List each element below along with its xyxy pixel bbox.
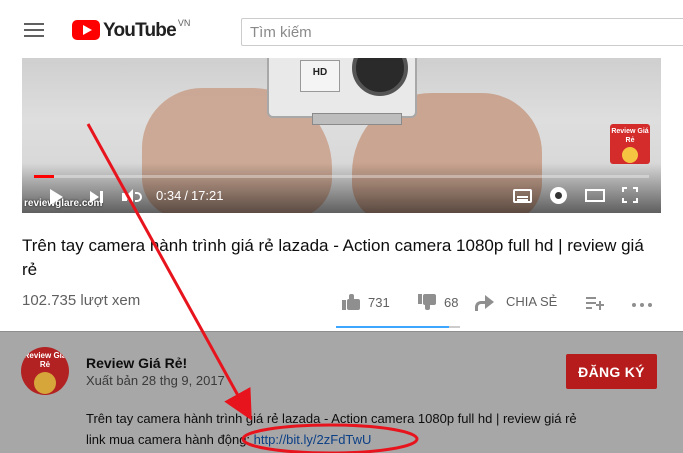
sentiment-bar-fill — [336, 326, 450, 328]
theater-mode-icon[interactable] — [585, 189, 605, 202]
overlay-badge-text: Review Giá Rẻ — [611, 128, 649, 144]
progress-bar[interactable] — [34, 175, 649, 178]
smiley-face-icon — [622, 147, 638, 163]
thumbs-down-icon — [418, 294, 436, 310]
top-bar: YouTube VN — [0, 0, 683, 58]
video-player[interactable]: HD Review Giá Rẻ reviewglare.com 0:34/17… — [22, 58, 661, 213]
share-arrow-icon — [475, 294, 494, 311]
share-button[interactable]: CHIA SẺ — [475, 294, 558, 311]
search-input[interactable] — [241, 18, 683, 46]
hamburger-menu-icon[interactable] — [24, 22, 46, 38]
channel-name[interactable]: Review Giá Rẻ! — [86, 355, 187, 371]
thumbs-up-icon — [342, 294, 360, 310]
youtube-logo[interactable]: YouTube VN — [72, 18, 191, 42]
youtube-play-icon — [72, 20, 100, 40]
description-link[interactable]: http://bit.ly/2zFdTwU — [254, 432, 372, 447]
time-display: 0:34/17:21 — [156, 188, 223, 203]
camera-mount-image — [312, 113, 402, 125]
progress-played — [34, 175, 55, 178]
like-count: 731 — [368, 294, 390, 310]
add-to-playlist-icon[interactable] — [586, 296, 604, 310]
sentiment-bar — [336, 326, 460, 328]
view-count: 102.735 lượt xem — [22, 292, 141, 309]
channel-avatar[interactable]: Review Giá Rẻ — [21, 347, 69, 395]
like-button[interactable]: 731 — [342, 294, 390, 310]
dislike-count: 68 — [444, 294, 459, 310]
fullscreen-icon[interactable] — [622, 187, 638, 203]
avatar-face-icon — [34, 372, 56, 394]
description-line-1: Trên tay camera hành trình giá rẻ lazada… — [86, 411, 577, 426]
subscribe-button[interactable]: ĐĂNG KÝ — [566, 354, 657, 389]
publish-date: Xuất bản 28 thg 9, 2017 — [86, 373, 225, 388]
video-title: Trên tay camera hành trình giá rẻ lazada… — [22, 236, 644, 279]
next-icon[interactable] — [90, 189, 106, 205]
settings-gear-icon[interactable] — [550, 187, 567, 204]
description-line-2: link mua camera hành động: http://bit.ly… — [86, 432, 371, 447]
youtube-watch-page: YouTube VN HD Review Giá Rẻ reviewglare.… — [0, 0, 683, 453]
dislike-button[interactable]: 68 — [418, 294, 458, 310]
controls-gradient — [22, 163, 661, 213]
subtitles-icon[interactable] — [513, 189, 532, 203]
avatar-text: Review Giá Rẻ — [23, 351, 67, 369]
country-code: VN — [177, 18, 191, 28]
more-options-icon[interactable] — [632, 303, 652, 307]
volume-icon[interactable] — [122, 189, 142, 205]
share-label: CHIA SẺ — [506, 294, 558, 309]
description-link-prefix: link mua camera hành động: — [86, 432, 254, 447]
play-icon[interactable] — [50, 189, 63, 205]
time-separator: / — [184, 188, 188, 203]
section-divider — [0, 331, 683, 332]
camera-hd-label: HD — [300, 60, 340, 92]
duration: 17:21 — [190, 188, 224, 203]
current-time: 0:34 — [156, 188, 182, 203]
channel-overlay-badge[interactable]: Review Giá Rẻ — [610, 124, 650, 164]
logo-text: YouTube — [103, 20, 177, 41]
